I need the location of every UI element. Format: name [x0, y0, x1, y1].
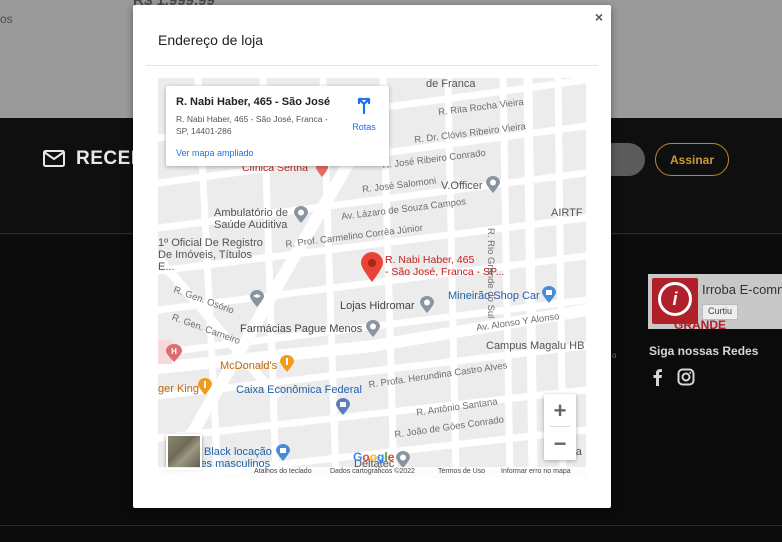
place-marker-icon: [294, 206, 308, 223]
google-map-embed[interactable]: de Franca R. Rita Rocha Vieira R. Dr. Cl…: [158, 78, 586, 478]
location-pin-icon[interactable]: [361, 252, 383, 282]
facebook-page-widget[interactable]: i Irroba E-commerce Curtiu GRANDE: [648, 274, 782, 329]
hospital-marker-icon: H: [166, 344, 182, 362]
close-button[interactable]: ×: [595, 9, 603, 25]
place-marker-icon: [486, 176, 500, 193]
place-marker-icon: [542, 286, 556, 303]
directions-label: Rotas: [352, 122, 376, 132]
place-label: Farmácias Pague Menos: [240, 323, 363, 335]
keyboard-shortcuts-link[interactable]: Atalhos do teclado: [254, 468, 312, 475]
social-heading: Siga nossas Redes: [649, 344, 759, 358]
place-marker-icon: [366, 320, 380, 337]
place-info-card: R. Nabi Haber, 465 - São José R. Nabi Ha…: [166, 86, 389, 166]
terms-link[interactable]: Termos de Uso: [438, 468, 485, 475]
place-label: Campus Magalu HB: [486, 340, 585, 352]
modal-divider: [146, 65, 598, 66]
report-error-link[interactable]: Informar erro no mapa: [501, 468, 571, 475]
place-title: R. Nabi Haber, 465 - São José: [176, 96, 331, 108]
store-address-modal: Endereço de loja × de Franca R. Rita Roc…: [133, 5, 611, 508]
zoom-in-button[interactable]: +: [544, 394, 576, 427]
bank-marker-icon: [336, 398, 350, 415]
zoom-separator: [550, 426, 570, 427]
facebook-page-name[interactable]: Irroba E-commerce: [702, 282, 782, 297]
map-attribution-bar: Atalhos do teclado Dados cartográficos ©…: [158, 467, 586, 478]
place-marker-icon: [420, 296, 434, 313]
place-label: Lojas Hidromar: [340, 300, 415, 312]
footer-text-fragment: o: [612, 351, 617, 360]
marker-label: R. Nabi Haber, 465: [385, 254, 475, 266]
place-label: Black locação: [204, 446, 272, 458]
shop-marker-icon: [276, 444, 290, 461]
restaurant-marker-icon: [280, 355, 294, 372]
place-label: McDonald's: [220, 360, 278, 372]
place-label: Mineirão Shop Car: [448, 290, 540, 302]
directions-icon: [357, 97, 371, 115]
place-label: ger King: [158, 383, 199, 395]
product-text-fragment: os: [0, 12, 13, 26]
subscribe-button[interactable]: Assinar: [655, 143, 729, 176]
place-label: AIRTF: [551, 207, 583, 219]
school-marker-icon: [250, 290, 264, 307]
modal-title: Endereço de loja: [158, 32, 264, 48]
facebook-icon[interactable]: [649, 368, 667, 386]
zoom-out-button[interactable]: −: [544, 427, 576, 460]
place-label: Caixa Econômica Federal: [236, 384, 362, 396]
place-label: V.Officer: [441, 180, 483, 192]
satellite-view-toggle[interactable]: [166, 434, 202, 470]
instagram-icon[interactable]: [677, 368, 695, 386]
view-larger-map-link[interactable]: Ver mapa ampliado: [176, 148, 254, 158]
mail-icon: [43, 150, 65, 167]
footer-bottom-bar: [0, 525, 782, 542]
street-label: de Franca: [426, 78, 476, 90]
logo-caption: GRANDE: [674, 318, 727, 329]
restaurant-marker-icon: [198, 378, 212, 395]
google-logo: Google: [353, 450, 395, 464]
zoom-controls: + −: [544, 394, 576, 460]
place-label: Ambulatório de Saúde Auditiva: [214, 207, 288, 231]
place-label: 1º Oficial De Registro De Imóveis, Títul…: [158, 237, 263, 273]
directions-button[interactable]: Rotas: [349, 96, 379, 132]
place-address: R. Nabi Haber, 465 - São José, Franca - …: [176, 114, 328, 136]
svg-text:H: H: [171, 347, 177, 356]
map-data-text: Dados cartográficos ©2022: [330, 468, 415, 475]
place-marker-icon: [396, 451, 410, 468]
marker-label: - São José, Franca - SP...: [385, 266, 505, 278]
